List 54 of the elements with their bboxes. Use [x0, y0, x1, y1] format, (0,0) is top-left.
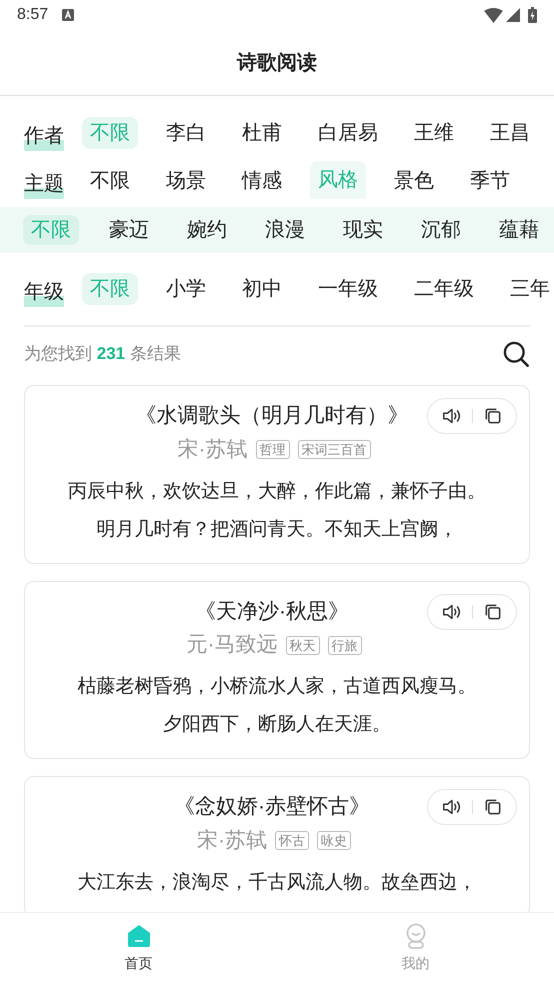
battery-icon [528, 7, 537, 23]
page-title: 诗歌阅读 [237, 50, 317, 76]
poem-tag: 怀古 [275, 831, 309, 850]
poem-title: 《水调歌头（明月几时有）》 [136, 403, 408, 429]
filter-option[interactable]: 不限 [82, 165, 138, 197]
poem-card[interactable]: 《天净沙·秋思》 元·马致远 秋天 行旅 枯藤老树昏鸦，小桥流水人家，古道西风瘦马。 夕阳西下，断肠人在天涯。 [24, 580, 530, 759]
poem-line: 明月几时有？把酒问青天。不知天上宫阙， [96, 518, 458, 542]
status-time: 8:57 [17, 5, 48, 25]
filter-option[interactable]: 情感 [234, 165, 290, 197]
filter-option[interactable]: 婉约 [179, 215, 235, 245]
result-count-text: 为您找到 231 条结果 [24, 343, 181, 366]
copy-button[interactable] [483, 797, 504, 817]
filter-option[interactable]: 现实 [335, 215, 391, 245]
keyboard-icon [62, 9, 74, 21]
poem-line: 大江东去，浪淘尽，千古风流人物。故垒西边， [78, 870, 476, 894]
filter-option[interactable]: 沉郁 [413, 215, 469, 245]
filter-option[interactable]: 王昌 [482, 117, 538, 149]
poem-author: 宋·苏轼 [197, 828, 267, 854]
poem-line: 夕阳西下，断肠人在天涯。 [163, 713, 391, 737]
nav-tab[interactable]: 首页 [0, 913, 277, 984]
copy-button[interactable] [483, 406, 504, 426]
poem-tag: 行旅 [328, 636, 362, 654]
wifi-icon [484, 8, 503, 22]
filter-option[interactable]: 二年级 [406, 273, 482, 305]
poem-card[interactable]: 《水调歌头（明月几时有）》 宋·苏轼 哲理 宋词三百首 丙辰中秋，欢饮达旦，大醉，作此篇，兼怀子由。 明月几时有？把酒问青天。不知天上宫阙， [24, 385, 530, 564]
filter-option[interactable]: 一年级 [310, 273, 386, 305]
filter-option[interactable]: 王维 [406, 117, 462, 149]
filter-option[interactable]: 蕴藉 [491, 215, 547, 245]
poem-title: 《念奴娇·赤壁怀古》 [174, 794, 370, 820]
filter-option[interactable]: 白居易 [310, 117, 386, 149]
poem-line: 丙辰中秋，欢饮达旦，大醉，作此篇，兼怀子由。 [68, 480, 486, 504]
filter-option[interactable]: 浪漫 [257, 215, 313, 245]
poem-tag: 哲理 [256, 440, 290, 459]
filter-option[interactable]: 李白 [158, 117, 214, 149]
poem-card[interactable]: 《念奴娇·赤壁怀古》 宋·苏轼 怀古 咏史 大江东去，浪淘尽，千古风流人物。故垒西边， [24, 776, 530, 912]
poem-author: 宋·苏轼 [178, 436, 248, 463]
poem-tag: 咏史 [317, 831, 351, 850]
copy-button[interactable] [483, 602, 504, 622]
search-button[interactable] [502, 340, 530, 368]
signal-icon [506, 8, 520, 22]
poem-tag: 秋天 [286, 636, 320, 654]
house-icon [126, 923, 152, 949]
filter-option[interactable]: 场景 [158, 165, 214, 197]
filter-option[interactable]: 初中 [234, 273, 290, 305]
poem-line: 枯藤老树昏鸦，小桥流水人家，古道西风瘦马。 [78, 675, 476, 699]
filter-option[interactable]: 小学 [158, 273, 214, 305]
poem-title: 《天净沙·秋思》 [195, 598, 349, 624]
filter-option[interactable]: 豪迈 [101, 215, 157, 245]
filter-option[interactable]: 季节 [462, 165, 518, 197]
poem-author: 元·马致远 [186, 632, 278, 658]
filter-option[interactable]: 景色 [386, 165, 442, 197]
poem-tag: 宋词三百首 [298, 440, 370, 459]
filter-option[interactable]: 杜甫 [234, 117, 290, 149]
filter-option[interactable]: 三年 [502, 273, 554, 305]
